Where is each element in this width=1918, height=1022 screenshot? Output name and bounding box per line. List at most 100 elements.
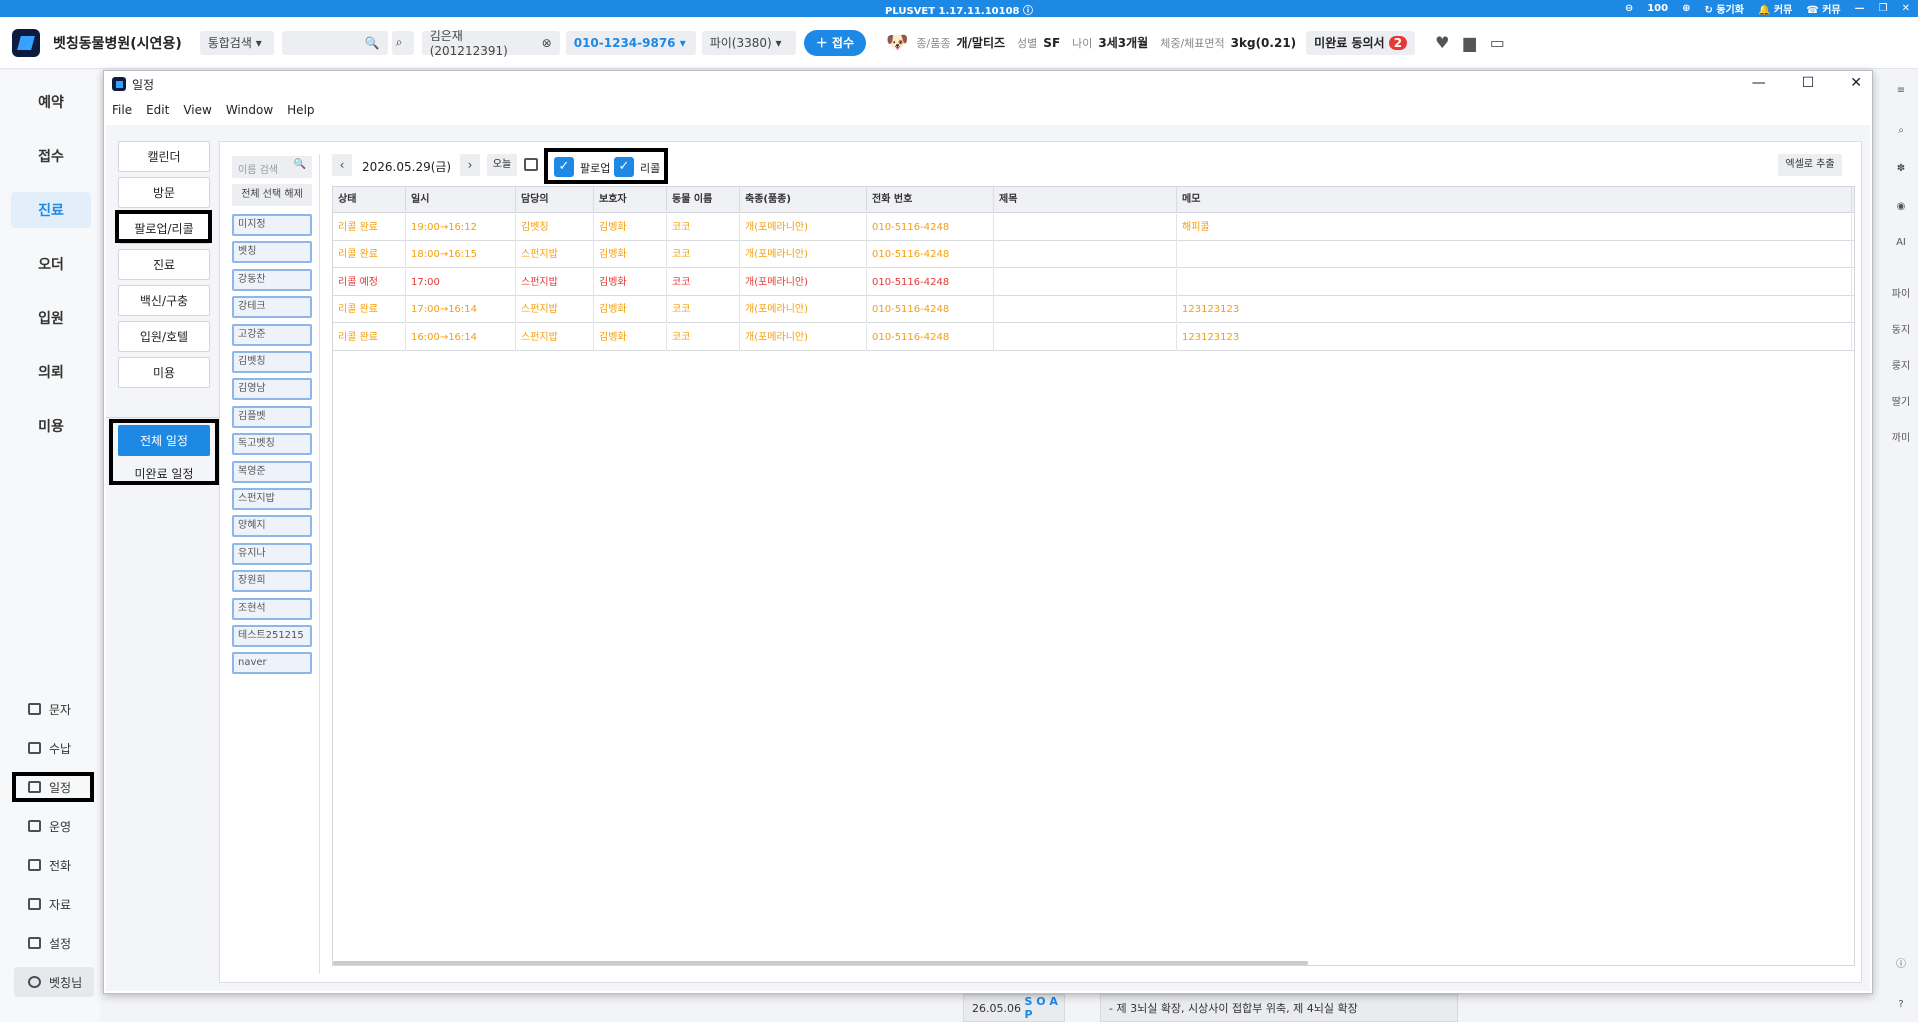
nav-reservation[interactable]: 예약 — [11, 84, 91, 120]
pet-tab-3[interactable]: 룽지 — [1890, 356, 1912, 378]
category-hotel[interactable]: 입원/호텔 — [118, 321, 210, 352]
table-row[interactable]: 리콜 완료 18:00→16:15 스펀지밥 김벵화 코코 개(포메라니안) 010-511… — [333, 241, 1854, 269]
category-visit[interactable]: 방문 — [118, 177, 210, 208]
nav-grooming[interactable]: 미용 — [11, 408, 91, 444]
phone-select[interactable]: 010-1234-9876 ▾ — [565, 30, 696, 55]
category-treatment[interactable]: 진료 — [118, 249, 210, 280]
window-maximize-icon[interactable]: ☐ — [1802, 75, 1815, 91]
table-row[interactable]: 리콜 완료 16:00→16:14 스펀지밥 김벵화 코코 개(포메라니안) 010-511… — [333, 323, 1854, 351]
clear-icon[interactable]: ⊗ — [542, 36, 552, 50]
nav-payment[interactable]: 수납 — [14, 733, 94, 763]
column-header[interactable]: 보호자 — [594, 187, 667, 213]
column-header[interactable]: 상태 — [333, 187, 406, 213]
nav-settings[interactable]: 설정 — [14, 928, 94, 958]
staff-name-item[interactable]: 김벳칭 — [232, 351, 312, 373]
consent-button[interactable]: 미완료 동의서 2 — [1306, 30, 1416, 55]
pet-tab-1[interactable]: 파이 — [1890, 284, 1912, 306]
horizontal-scrollbar[interactable] — [333, 961, 1308, 965]
ai-icon[interactable]: AI — [1890, 232, 1912, 254]
pet-tab-2[interactable]: 동지 — [1890, 320, 1912, 342]
column-header[interactable]: 동물 이름 — [667, 187, 740, 213]
nav-operation[interactable]: 운영 — [14, 811, 94, 841]
menu-file[interactable]: File — [112, 103, 132, 117]
deselect-all-button[interactable]: 전체 선택 해제 — [232, 184, 312, 206]
today-button[interactable]: 오늘 — [487, 154, 517, 176]
staff-name-item[interactable]: 스펀지밥 — [232, 488, 312, 510]
staff-name-item[interactable]: naver — [232, 652, 312, 675]
window-close-icon[interactable]: ✕ — [1850, 75, 1862, 91]
info-icon[interactable]: ⓘ — [1890, 954, 1912, 976]
category-grooming[interactable]: 미용 — [118, 357, 210, 388]
recall-checkbox[interactable]: ✓ — [614, 157, 634, 177]
help-icon[interactable]: ? — [1890, 994, 1912, 1016]
table-row[interactable]: 리콜 예정 17:00 스펀지밥 김벵화 코코 개(포메라니안) 010-5116-4248 — [333, 268, 1854, 296]
column-header[interactable]: 담당의 — [516, 187, 594, 213]
search-user-icon[interactable]: ⌕ — [1890, 120, 1912, 142]
contacts-icon[interactable]: ≡ — [1890, 80, 1912, 102]
window-minimize-icon[interactable]: — — [1752, 75, 1766, 91]
export-excel-button[interactable]: 엑셀로 추출 — [1778, 154, 1842, 176]
staff-name-item[interactable]: 고강준 — [232, 323, 312, 346]
phone-button[interactable]: ☎ 커뮤 — [1806, 1, 1840, 16]
folder-icon[interactable]: ▆ — [1463, 33, 1475, 52]
staff-name-item[interactable]: 복영준 — [232, 460, 312, 483]
pet-tab-4[interactable]: 딸기 — [1890, 392, 1912, 414]
heart-icon[interactable]: ♥ — [1435, 33, 1449, 52]
column-header[interactable]: 메모 — [1177, 187, 1852, 213]
nav-user[interactable]: 벳칭님 — [14, 967, 94, 997]
nav-message[interactable]: 문자 — [14, 694, 94, 724]
restore-icon[interactable]: ❐ — [1879, 3, 1888, 14]
notification-button[interactable]: 🔔 커뮤 — [1758, 1, 1792, 16]
staff-name-item[interactable]: 벳칭 — [232, 241, 312, 264]
zoom-in-icon[interactable]: ⊕ — [1682, 3, 1690, 14]
name-search-input[interactable]: 이름 검색 🔍 — [232, 156, 312, 178]
nav-referral[interactable]: 의뢰 — [11, 354, 91, 390]
nav-order[interactable]: 오더 — [11, 246, 91, 282]
column-header[interactable]: 전화 번호 — [867, 187, 994, 213]
prev-date-button[interactable]: ‹ — [332, 154, 352, 176]
staff-name-item[interactable]: 김플벳 — [232, 405, 312, 428]
menu-help[interactable]: Help — [287, 103, 314, 117]
staff-name-item[interactable]: 독고벳칭 — [232, 433, 312, 456]
register-button[interactable]: ＋ 접수 — [803, 29, 866, 56]
staff-name-item[interactable]: 강테크 — [232, 296, 312, 319]
category-calendar[interactable]: 캘린더 — [118, 141, 210, 172]
staff-name-item[interactable]: 장원희 — [232, 570, 312, 593]
staff-name-item[interactable]: 테스트251215 — [232, 625, 312, 647]
column-header[interactable]: 일시 — [406, 187, 516, 213]
chat-icon[interactable]: ◉ — [1890, 196, 1912, 218]
pet-tab-5[interactable]: 까미 — [1890, 428, 1912, 450]
sync-button[interactable]: ↻ 동기화 — [1704, 1, 1743, 16]
next-date-button[interactable]: › — [460, 154, 480, 176]
pet-select[interactable]: 파이(3380) ▾ — [701, 30, 796, 55]
menu-window[interactable]: Window — [226, 103, 273, 117]
staff-name-item[interactable]: 미지정 — [232, 214, 312, 236]
staff-name-item[interactable]: 양혜지 — [232, 515, 312, 538]
staff-name-item[interactable]: 조현석 — [232, 597, 312, 620]
guardian-chip[interactable]: 김은재(201212391) ⊗ — [421, 29, 560, 58]
nav-phone[interactable]: 전화 — [14, 850, 94, 880]
column-header[interactable]: 제목 — [994, 187, 1177, 213]
table-row[interactable]: 리콜 완료 17:00→16:14 스펀지밥 김벵화 코코 개(포메라니안) 010-511… — [333, 296, 1854, 324]
category-vaccine[interactable]: 백신/구충 — [118, 285, 210, 316]
table-row[interactable]: 리콜 완료 19:00→16:12 김벳칭 김벵화 코코 개(포메라니안) 010-5116… — [333, 214, 1854, 241]
column-header[interactable]: 축종(품종) — [740, 187, 867, 213]
card-icon[interactable]: ▭ — [1490, 33, 1505, 52]
search-type-select[interactable]: 통합검색 ▾ — [199, 30, 274, 55]
paw-icon[interactable]: ✽ — [1890, 158, 1912, 180]
global-search-input[interactable]: 🔍 — [281, 30, 388, 55]
nav-schedule[interactable]: 일정 — [12, 772, 94, 802]
nav-treatment[interactable]: 진료 — [11, 192, 91, 228]
followup-checkbox[interactable]: ✓ — [554, 157, 574, 177]
patient-search-icon[interactable]: ⌕ — [391, 30, 414, 55]
close-icon[interactable]: ✕ — [1902, 3, 1910, 14]
nav-reception[interactable]: 접수 — [11, 138, 91, 174]
calendar-icon[interactable] — [524, 158, 538, 171]
minimize-icon[interactable]: — — [1855, 3, 1865, 14]
menu-view[interactable]: View — [183, 103, 211, 117]
zoom-out-icon[interactable]: ⊖ — [1625, 3, 1633, 14]
nav-hospitalization[interactable]: 입원 — [11, 300, 91, 336]
staff-name-item[interactable]: 김영남 — [232, 378, 312, 401]
staff-name-item[interactable]: 강동찬 — [232, 268, 312, 291]
staff-name-item[interactable]: 유지나 — [232, 542, 312, 565]
